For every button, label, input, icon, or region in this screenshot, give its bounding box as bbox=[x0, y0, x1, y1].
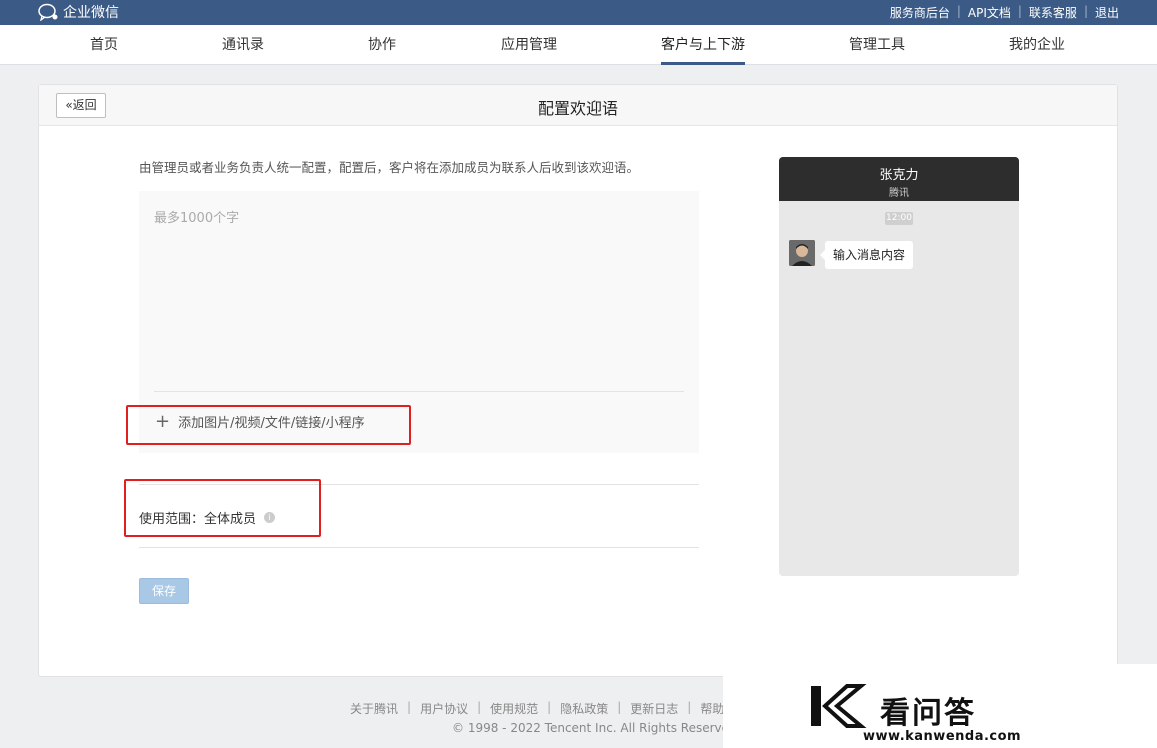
divider: | bbox=[407, 700, 412, 714]
divider: | bbox=[547, 700, 552, 714]
nav-item-my-enterprise[interactable]: 我的企业 bbox=[1009, 25, 1065, 65]
highlight-box-scope bbox=[124, 479, 321, 537]
contact-org: 腾讯 bbox=[889, 188, 909, 199]
page-title: 配置欢迎语 bbox=[537, 99, 618, 118]
description-text: 由管理员或者业务负责人统一配置，配置后，客户将在添加成员为联系人后收到该欢迎语。 bbox=[139, 160, 640, 175]
divider bbox=[139, 547, 699, 548]
logo[interactable]: 企业微信 bbox=[38, 2, 119, 22]
link-logout[interactable]: 退出 bbox=[1095, 4, 1119, 21]
footer-links: 关于腾讯 | 用户协议 | 使用规范 | 隐私政策 | 更新日志 | 帮助中 bbox=[350, 700, 736, 717]
footer-link-changelog[interactable]: 更新日志 bbox=[630, 700, 678, 717]
message-bubble: 输入消息内容 bbox=[819, 241, 914, 269]
highlight-box-attachment bbox=[126, 405, 411, 445]
divider: | bbox=[477, 700, 482, 714]
avatar bbox=[789, 240, 815, 266]
message-input[interactable] bbox=[139, 191, 699, 391]
nav-item-app-management[interactable]: 应用管理 bbox=[501, 25, 557, 65]
copyright: © 1998 - 2022 Tencent Inc. All Rights Re… bbox=[452, 721, 737, 735]
nav-item-customers[interactable]: 客户与上下游 bbox=[661, 25, 745, 65]
nav-item-collaboration[interactable]: 协作 bbox=[368, 25, 396, 65]
divider: | bbox=[687, 700, 692, 714]
footer-link-about[interactable]: 关于腾讯 bbox=[350, 700, 398, 717]
footer-link-usage-rules[interactable]: 使用规范 bbox=[490, 700, 538, 717]
link-contact-support[interactable]: 联系客服 bbox=[1029, 4, 1077, 21]
link-partner-admin[interactable]: 服务商后台 bbox=[890, 4, 950, 21]
divider: | bbox=[1083, 4, 1088, 18]
nav-item-contacts[interactable]: 通讯录 bbox=[222, 25, 264, 65]
save-button[interactable]: 保存 bbox=[139, 578, 189, 604]
watermark-logo-icon bbox=[811, 684, 867, 728]
divider: | bbox=[617, 700, 622, 714]
footer-link-user-agreement[interactable]: 用户协议 bbox=[420, 700, 468, 717]
watermark-url: www.kanwenda.com bbox=[863, 729, 1022, 744]
nav-item-management-tools[interactable]: 管理工具 bbox=[849, 25, 905, 65]
link-api-docs[interactable]: API文档 bbox=[968, 4, 1011, 21]
card-header: «返回 配置欢迎语 bbox=[39, 85, 1117, 126]
message-time: 12:00 bbox=[885, 212, 913, 225]
nav-item-home[interactable]: 首页 bbox=[90, 25, 118, 65]
chat-preview: 张克力 腾讯 12:00 输入消息内容 bbox=[779, 157, 1019, 576]
chat-preview-header: 张克力 腾讯 bbox=[779, 157, 1019, 201]
main-nav: 首页 通讯录 协作 应用管理 客户与上下游 管理工具 我的企业 bbox=[0, 25, 1157, 65]
divider: | bbox=[1017, 4, 1022, 18]
app-name: 企业微信 bbox=[63, 5, 119, 21]
top-links: 服务商后台 | API文档 | 联系客服 | 退出 bbox=[890, 4, 1119, 21]
welcome-message-card: «返回 配置欢迎语 由管理员或者业务负责人统一配置，配置后，客户将在添加成员为联… bbox=[38, 84, 1118, 677]
divider: | bbox=[956, 4, 961, 18]
watermark: 看问答 www.kanwenda.com bbox=[723, 664, 1157, 748]
watermark-text: 看问答 bbox=[880, 696, 976, 731]
divider bbox=[154, 391, 684, 392]
contact-name: 张克力 bbox=[879, 168, 919, 183]
wecom-logo-icon bbox=[38, 3, 58, 21]
footer-link-privacy[interactable]: 隐私政策 bbox=[560, 700, 608, 717]
top-bar: 企业微信 服务商后台 | API文档 | 联系客服 | 退出 bbox=[0, 0, 1157, 25]
